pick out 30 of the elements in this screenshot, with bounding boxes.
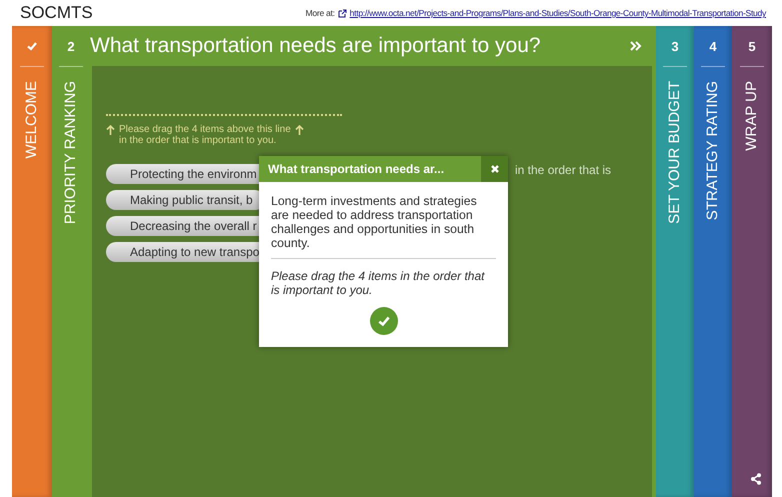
study-link[interactable]: http://www.octa.net/Projects-and-Programs/Plans-and-Studies/South-Orange-County-Multimodal-Transportation-Study — [350, 8, 766, 18]
popup-body: Long-term investments and strategies are needed to address transportation challenges and opportunities in south county. — [271, 194, 478, 250]
step-label: WELCOME — [23, 81, 41, 159]
step-label: STRATEGY RATING — [704, 81, 722, 220]
next-icon[interactable] — [630, 41, 642, 51]
step-tab[interactable]: 5 WRAP UP — [732, 26, 772, 497]
popup-title: What transportation needs ar... — [267, 161, 446, 178]
instruction-text: in the order that is — [515, 163, 612, 177]
instruction-text: in the order that is important to you. — [119, 135, 276, 146]
confirm-button[interactable] — [370, 307, 398, 335]
app-title: SOCMTS — [20, 3, 93, 23]
up-arrow-icon — [294, 124, 304, 134]
step-number: 5 — [748, 38, 756, 56]
step-tab[interactable]: 4 STRATEGY RATING — [694, 26, 732, 497]
step-label: WRAP UP — [743, 81, 761, 151]
external-link-icon — [338, 8, 347, 18]
more-label: More at: — [306, 8, 335, 18]
up-arrow-icon — [106, 124, 115, 134]
step-number: 3 — [671, 38, 679, 56]
question-title: What transportation needs are important to you? — [90, 34, 541, 58]
step-label: PRIORITY RANKING — [62, 81, 80, 224]
step-number: 4 — [709, 38, 717, 56]
step-label: SET YOUR BUDGET — [666, 81, 684, 224]
step-number: 2 — [67, 38, 75, 56]
check-icon — [376, 314, 390, 328]
close-button[interactable] — [481, 156, 508, 182]
close-icon — [490, 164, 500, 174]
popup-note: Please drag the 4 items in the order that is important to you. — [271, 269, 486, 297]
share-icon[interactable] — [750, 473, 762, 485]
instruction-text: Please drag the 4 items above this line — [119, 124, 291, 135]
